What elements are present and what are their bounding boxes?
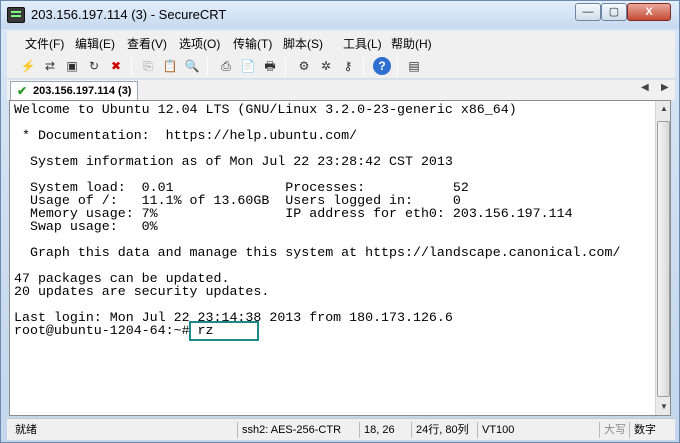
menu-options[interactable]: 选项(O) (179, 35, 220, 52)
close-button[interactable]: X (627, 3, 671, 21)
status-num-lock: 数字 (629, 422, 669, 438)
print-setup-icon[interactable]: ⎙ (217, 57, 235, 75)
tab-scroll-right-icon[interactable]: ▶ (661, 82, 669, 93)
terminal-line: Welcome to Ubuntu 12.04 LTS (GNU/Linux 3… (14, 102, 517, 117)
menu-file[interactable]: 文件(F) (25, 35, 64, 52)
session-options-icon[interactable]: ⚙ (295, 57, 313, 75)
menu-view[interactable]: 查看(V) (127, 35, 167, 52)
scroll-down-icon[interactable]: ▼ (656, 399, 670, 415)
key-icon[interactable]: ⚷ (339, 57, 357, 75)
reconnect-icon[interactable]: ↻ (85, 57, 103, 75)
status-terminal-size: 24行, 80列 (411, 422, 473, 438)
status-cursor-position: 18, 26 (359, 422, 407, 438)
securecrt-window: 203.156.197.114 (3) - SecureCRT — ▢ X 文件… (0, 0, 680, 443)
tab-scroll-left-icon[interactable]: ◀ (641, 82, 649, 93)
window-title: 203.156.197.114 (3) - SecureCRT (31, 7, 227, 22)
terminal-scrollbar[interactable]: ▲ ▼ (655, 101, 670, 415)
menu-edit[interactable]: 编辑(E) (75, 35, 115, 52)
title-bar[interactable]: 203.156.197.114 (3) - SecureCRT — ▢ X (1, 1, 679, 29)
find-icon[interactable]: 🔍 (183, 57, 201, 75)
command-highlight-box (189, 321, 259, 341)
status-protocol: ssh2: AES-256-CTR (237, 422, 355, 438)
menu-script[interactable]: 脚本(S) (283, 35, 323, 52)
scroll-up-icon[interactable]: ▲ (656, 101, 670, 117)
toolbar: ⚡ ⇄ ▣ ↻ ✖ ⎘ 📋 🔍 ⎙ 📄 🖶 ⚙ ✲ ⚷ ? ▤ (7, 53, 675, 79)
toolbar-separator (285, 57, 286, 75)
status-bar: 就绪 ssh2: AES-256-CTR 18, 26 24行, 80列 VT1… (7, 418, 675, 440)
sftp-icon[interactable]: ▤ (405, 57, 423, 75)
tab-session-label: 203.156.197.114 (3) (33, 85, 132, 97)
terminal-prompt-line: root@ubuntu-1204-64:~# rz (14, 323, 214, 338)
status-caps-lock: 大写 (599, 422, 629, 438)
scrollbar-thumb[interactable] (657, 121, 670, 397)
connect-tab-icon[interactable]: ▣ (63, 57, 81, 75)
terminal-line: Graph this data and manage this system a… (14, 245, 621, 260)
menu-bar: 文件(F) 编辑(E) 查看(V) 选项(O) 传输(T) 脚本(S) 工具(L… (7, 31, 675, 53)
terminal-output[interactable]: Welcome to Ubuntu 12.04 LTS (GNU/Linux 3… (9, 100, 671, 416)
status-ready: 就绪 (15, 424, 37, 436)
status-terminal-type: VT100 (477, 422, 597, 438)
minimize-button[interactable]: — (575, 3, 601, 21)
menu-tools[interactable]: 工具(L) (343, 35, 382, 52)
maximize-button[interactable]: ▢ (601, 3, 627, 21)
terminal-line: 20 updates are security updates. (14, 284, 270, 299)
menu-transfer[interactable]: 传输(T) (233, 35, 272, 52)
toolbar-separator (363, 57, 364, 75)
toolbar-separator (207, 57, 208, 75)
securecrt-app-icon (7, 7, 25, 23)
session-tab-bar: ✔ 203.156.197.114 (3) ◀ ▶ (7, 80, 675, 100)
toolbar-separator (397, 57, 398, 75)
print-icon[interactable]: 🖶 (261, 57, 279, 75)
connect-icon[interactable]: ⚡ (19, 57, 37, 75)
toolbar-separator (131, 57, 132, 75)
disconnect-icon[interactable]: ✖ (107, 57, 125, 75)
terminal-line: System information as of Mon Jul 22 23:2… (14, 154, 453, 169)
settings-icon[interactable]: ✲ (317, 57, 335, 75)
paste-icon[interactable]: 📋 (161, 57, 179, 75)
help-icon[interactable]: ? (373, 57, 391, 75)
tab-session[interactable]: ✔ 203.156.197.114 (3) (10, 81, 138, 100)
log-session-icon[interactable]: 📄 (239, 57, 257, 75)
quick-connect-icon[interactable]: ⇄ (41, 57, 59, 75)
connected-check-icon: ✔ (17, 84, 28, 98)
terminal-line: * Documentation: https://help.ubuntu.com… (14, 128, 358, 143)
copy-icon[interactable]: ⎘ (139, 57, 157, 75)
terminal-line: Swap usage: 0% (14, 219, 158, 234)
menu-help[interactable]: 帮助(H) (391, 35, 432, 52)
